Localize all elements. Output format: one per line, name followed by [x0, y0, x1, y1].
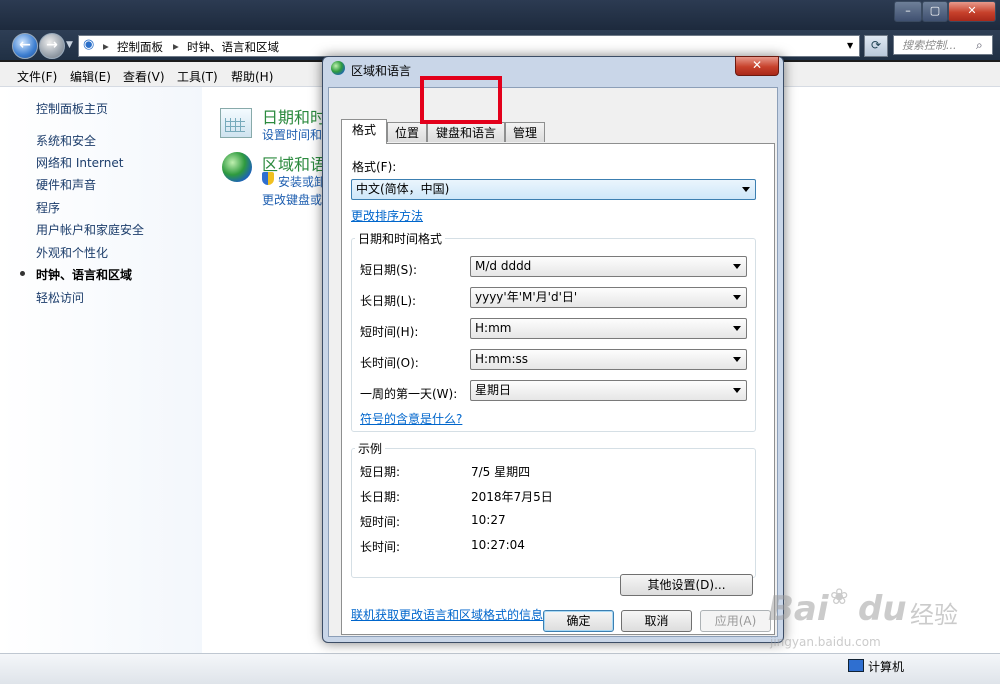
- control-panel-icon: ◉: [83, 37, 95, 52]
- watermark-cn: 经验: [910, 601, 958, 629]
- sidebar-item-ease-of-access[interactable]: 轻松访问: [36, 289, 84, 306]
- menu-edit[interactable]: 编辑(E): [70, 68, 111, 85]
- breadcrumb-control-panel[interactable]: 控制面板: [117, 39, 163, 55]
- example-short-date-value: 7/5 星期四: [471, 465, 531, 479]
- chevron-down-icon: [733, 388, 741, 393]
- paw-icon: ❀: [830, 585, 849, 610]
- highlight-annotation-box: [420, 76, 502, 124]
- sidebar-item-system-security[interactable]: 系统和安全: [36, 132, 96, 149]
- sidebar-item-clock-language-region[interactable]: 时钟、语言和区域: [36, 266, 132, 283]
- window-titlebar: [0, 0, 1000, 30]
- watermark-brand-2: du: [858, 589, 907, 629]
- ok-button[interactable]: 确定: [543, 610, 614, 632]
- dialog-body: 格式 位置 键盘和语言 管理 格式(F): 中文(简体，中国) 更改排序方法 日…: [328, 87, 778, 637]
- formats-panel: 格式(F): 中文(简体，中国) 更改排序方法 日期和时间格式 短日期(S): …: [341, 143, 775, 635]
- category-region-language-link-install[interactable]: 安装或卸: [278, 173, 326, 190]
- tab-formats[interactable]: 格式: [341, 119, 387, 144]
- breadcrumb-separator-icon: ▸: [103, 39, 109, 53]
- example-long-time-label: 长时间:: [360, 540, 401, 554]
- globe-icon: [331, 61, 345, 75]
- example-group: [351, 448, 756, 578]
- example-long-time-value: 10:27:04: [471, 538, 525, 552]
- sidebar-item-home[interactable]: 控制面板主页: [36, 100, 108, 117]
- baidu-jingyan-watermark: Bai ❀ du 经验 jingyan.baidu.com: [760, 585, 990, 655]
- menu-help[interactable]: 帮助(H): [231, 68, 273, 85]
- long-time-value: H:mm:ss: [475, 352, 528, 366]
- calendar-clock-icon: [220, 108, 252, 138]
- datetime-format-group-title: 日期和时间格式: [355, 230, 446, 247]
- recent-pages-chevron-icon[interactable]: ▼: [66, 40, 73, 50]
- tab-administrative[interactable]: 管理: [505, 122, 545, 142]
- first-day-of-week-label: 一周的第一天(W):: [360, 387, 458, 401]
- close-window-button[interactable]: ✕: [948, 1, 996, 22]
- uac-shield-icon: [262, 172, 274, 185]
- dialog-title: 区域和语言: [351, 64, 412, 78]
- first-day-of-week-dropdown[interactable]: 星期日: [470, 380, 747, 401]
- tab-keyboards-languages[interactable]: 键盘和语言: [427, 122, 505, 142]
- format-dropdown-value: 中文(简体，中国): [356, 182, 450, 196]
- chevron-down-icon: [742, 187, 750, 192]
- menu-file[interactable]: 文件(F): [17, 68, 57, 85]
- long-date-value: yyyy'年'M'月'd'日': [475, 290, 578, 304]
- short-time-dropdown[interactable]: H:mm: [470, 318, 747, 339]
- example-long-date-value: 2018年7月5日: [471, 490, 553, 504]
- example-short-time-value: 10:27: [471, 513, 506, 527]
- maximize-button[interactable]: ▢: [922, 1, 948, 22]
- status-computer-label: 计算机: [868, 660, 905, 674]
- long-date-label: 长日期(L):: [360, 294, 417, 308]
- menu-tools[interactable]: 工具(T): [177, 68, 218, 85]
- sidebar-item-hardware-sound[interactable]: 硬件和声音: [36, 176, 96, 193]
- menu-view[interactable]: 查看(V): [123, 68, 165, 85]
- sidebar-item-appearance[interactable]: 外观和个性化: [36, 244, 108, 261]
- forward-arrow-icon[interactable]: →: [39, 33, 65, 59]
- watermark-brand: Bai: [768, 589, 829, 629]
- example-short-time-label: 短时间:: [360, 515, 401, 529]
- first-day-of-week-value: 星期日: [475, 383, 512, 397]
- refresh-icon[interactable]: ⟳: [864, 35, 888, 57]
- chevron-down-icon: [733, 357, 741, 362]
- online-info-link[interactable]: 联机获取更改语言和区域格式的信息: [351, 606, 543, 623]
- long-date-dropdown[interactable]: yyyy'年'M'月'd'日': [470, 287, 747, 308]
- change-sort-method-link[interactable]: 更改排序方法: [351, 207, 423, 224]
- dialog-close-button[interactable]: ✕: [735, 56, 779, 76]
- sidebar-item-programs[interactable]: 程序: [36, 199, 60, 216]
- globe-clock-icon: [222, 152, 252, 182]
- short-time-value: H:mm: [475, 321, 512, 335]
- short-date-dropdown[interactable]: M/d dddd: [470, 256, 747, 277]
- chevron-down-icon: [733, 295, 741, 300]
- back-arrow-icon[interactable]: ←: [12, 33, 38, 59]
- short-date-value: M/d dddd: [475, 259, 532, 273]
- sidebar: [0, 87, 202, 653]
- category-region-language-link-keyboard[interactable]: 更改键盘或: [262, 191, 322, 208]
- active-bullet-icon: [20, 271, 25, 276]
- sidebar-item-network[interactable]: 网络和 Internet: [36, 154, 123, 171]
- category-date-time-title[interactable]: 日期和时: [262, 104, 326, 128]
- example-long-date-label: 长日期:: [360, 490, 401, 504]
- address-dropdown-icon[interactable]: ▼: [847, 41, 853, 50]
- computer-icon: [848, 659, 864, 672]
- short-time-label: 短时间(H):: [360, 325, 419, 339]
- example-short-date-label: 短日期:: [360, 465, 401, 479]
- region-language-dialog: 区域和语言 ✕ 格式 位置 键盘和语言 管理 格式(F): 中文(简体，中国) …: [322, 56, 784, 643]
- watermark-url: jingyan.baidu.com: [770, 635, 881, 649]
- minimize-button[interactable]: –: [894, 1, 922, 22]
- tab-location[interactable]: 位置: [387, 122, 427, 142]
- sidebar-item-user-accounts[interactable]: 用户帐户和家庭安全: [36, 221, 144, 238]
- search-icon[interactable]: ⌕: [976, 38, 983, 53]
- category-date-time-link[interactable]: 设置时间和: [262, 126, 322, 143]
- format-dropdown[interactable]: 中文(简体，中国): [351, 179, 756, 200]
- chevron-down-icon: [733, 326, 741, 331]
- address-bar[interactable]: ◉ ▸ 控制面板 ▸ 时钟、语言和区域 ▼: [78, 35, 860, 57]
- breadcrumb-clock-language-region[interactable]: 时钟、语言和区域: [187, 39, 279, 55]
- example-group-title: 示例: [355, 440, 386, 457]
- cancel-button[interactable]: 取消: [621, 610, 692, 632]
- short-date-label: 短日期(S):: [360, 263, 418, 277]
- breadcrumb-separator-icon: ▸: [173, 39, 179, 53]
- additional-settings-button[interactable]: 其他设置(D)...: [620, 574, 753, 596]
- long-time-dropdown[interactable]: H:mm:ss: [470, 349, 747, 370]
- chevron-down-icon: [733, 264, 741, 269]
- long-time-label: 长时间(O):: [360, 356, 419, 370]
- format-label: 格式(F):: [352, 160, 397, 174]
- symbols-meaning-link[interactable]: 符号的含意是什么?: [360, 410, 462, 427]
